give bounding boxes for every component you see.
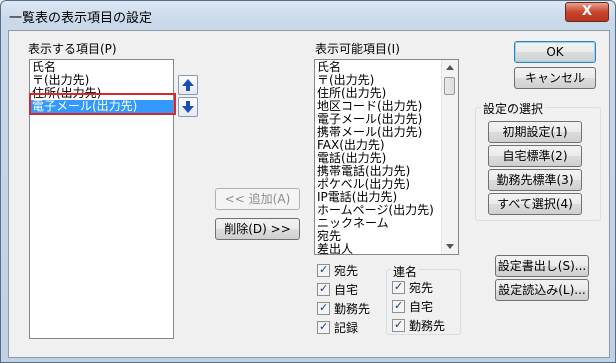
settings-group-label: 設定の選択 (481, 100, 546, 117)
checkbox-checked-icon (392, 298, 405, 314)
displayed-items-label: 表示する項目(P) (28, 42, 117, 56)
checkbox-label: 宛先 (334, 264, 359, 278)
checkbox-label: 自宅 (409, 300, 434, 314)
add-button[interactable]: << 追加(A) (215, 188, 300, 210)
renmei-label: 連名 (391, 263, 420, 280)
selection-highlight-box (29, 93, 176, 115)
arrow-down-icon (182, 101, 194, 113)
preset-initial-button[interactable]: 初期設定(1) (488, 121, 582, 143)
checkbox-checked-icon (317, 281, 330, 297)
select-all-button[interactable]: すべて選択(4) (488, 193, 582, 215)
renmei-checkbox-atesaki[interactable]: 宛先 (392, 279, 434, 296)
checkbox-label: 勤務先 (409, 319, 446, 333)
checkbox-label: 宛先 (409, 281, 434, 295)
checkbox-label: 記録 (334, 321, 359, 335)
close-button[interactable]: X (565, 2, 609, 22)
move-down-button[interactable] (178, 97, 198, 117)
ok-button[interactable]: OK (514, 41, 596, 63)
checkbox-checked-icon (317, 319, 330, 335)
available-items-list[interactable]: 氏名 〒(出力先) 住所(出力先) 地区コード(出力先) 電子メール(出力先) 携帯メール… (314, 59, 459, 255)
available-items-label: 表示可能項目(I) (315, 42, 400, 56)
renmei-checkbox-jitaku[interactable]: 自宅 (392, 298, 434, 315)
checkbox-checked-icon (392, 317, 405, 333)
cancel-button[interactable]: キャンセル (514, 67, 596, 89)
checkbox-checked-icon (392, 279, 405, 295)
export-settings-button[interactable]: 設定書出し(S)... (495, 255, 589, 277)
checkbox-kiroku[interactable]: 記録 (317, 319, 359, 336)
title-bar: 一覧表の表示項目の設定 X (1, 1, 615, 29)
renmei-checkbox-kinmusaki[interactable]: 勤務先 (392, 317, 446, 334)
import-settings-button[interactable]: 設定読込み(L)... (495, 279, 589, 301)
checkbox-label: 自宅 (334, 283, 359, 297)
available-items-scrollbar[interactable] (441, 60, 458, 254)
dialog-window: 一覧表の表示項目の設定 X 表示する項目(P) 氏名 〒(出力先) 住所(出力先) 電… (0, 0, 616, 363)
dialog-client-area: 表示する項目(P) 氏名 〒(出力先) 住所(出力先) 電子メール(出力先) << 追… (8, 30, 610, 358)
preset-work-button[interactable]: 勤務先標準(3) (488, 169, 582, 191)
checkbox-jitaku[interactable]: 自宅 (317, 281, 359, 298)
checkbox-checked-icon (317, 300, 330, 316)
checkbox-atesaki[interactable]: 宛先 (317, 262, 359, 279)
preset-home-button[interactable]: 自宅標準(2) (488, 145, 582, 167)
move-up-button[interactable] (178, 75, 198, 95)
remove-button[interactable]: 削除(D) >> (215, 218, 300, 240)
window-title: 一覧表の表示項目の設定 (9, 11, 153, 26)
arrow-up-icon (182, 79, 194, 91)
checkbox-kinmusaki[interactable]: 勤務先 (317, 300, 371, 317)
scroll-down-icon[interactable] (446, 244, 454, 249)
scroll-up-icon[interactable] (446, 65, 454, 70)
checkbox-checked-icon (317, 262, 330, 278)
checkbox-label: 勤務先 (334, 302, 371, 316)
scrollbar-thumb[interactable] (444, 77, 455, 95)
available-item[interactable]: 差出人 (315, 243, 458, 255)
